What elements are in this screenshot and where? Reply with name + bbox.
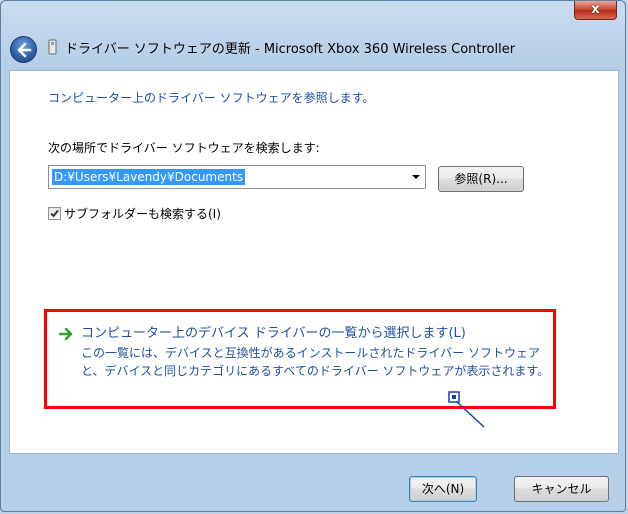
close-icon: x bbox=[591, 2, 600, 17]
green-arrow-icon bbox=[59, 327, 73, 341]
path-input-value[interactable]: D:¥Users¥Lavendy¥Documents bbox=[52, 169, 246, 185]
cursor-pointer-line bbox=[456, 401, 485, 428]
instruction-heading: コンピューター上のドライバー ソフトウェアを参照します。 bbox=[48, 91, 375, 105]
cancel-button[interactable]: キャンセル bbox=[514, 476, 609, 502]
back-arrow-icon bbox=[17, 42, 32, 58]
path-combobox[interactable]: D:¥Users¥Lavendy¥Documents bbox=[48, 165, 426, 189]
content-panel: コンピューター上のドライバー ソフトウェアを参照します。 次の場所でドライバー … bbox=[9, 70, 619, 454]
browse-button[interactable]: 参照(R)... bbox=[438, 166, 524, 192]
driver-update-window: x ドライバー ソフトウェアの更新 - Microsoft Xbox 360 W… bbox=[0, 0, 626, 512]
pick-from-list-title[interactable]: コンピューター上のデバイス ドライバーの一覧から選択します(L) bbox=[81, 322, 466, 341]
search-location-label: 次の場所でドライバー ソフトウェアを検索します: bbox=[48, 141, 320, 155]
pick-from-list-option[interactable]: コンピューター上のデバイス ドライバーの一覧から選択します(L) この一覧には、… bbox=[44, 309, 556, 409]
next-button[interactable]: 次へ(N) bbox=[409, 476, 477, 502]
dropdown-arrow-icon[interactable] bbox=[410, 171, 422, 183]
checkmark-icon bbox=[50, 209, 59, 218]
window-title: ドライバー ソフトウェアの更新 - Microsoft Xbox 360 Wir… bbox=[65, 42, 516, 57]
device-icon bbox=[48, 39, 57, 55]
include-subfolders-checkbox[interactable] bbox=[48, 207, 61, 220]
include-subfolders-label: サブフォルダーも検索する(I) bbox=[64, 207, 221, 221]
pick-from-list-description: この一覧には、デバイスと互換性があるインストールされたドライバー ソフトウェアと… bbox=[81, 346, 550, 378]
close-button[interactable]: x bbox=[574, 1, 617, 20]
back-button[interactable] bbox=[10, 36, 37, 63]
